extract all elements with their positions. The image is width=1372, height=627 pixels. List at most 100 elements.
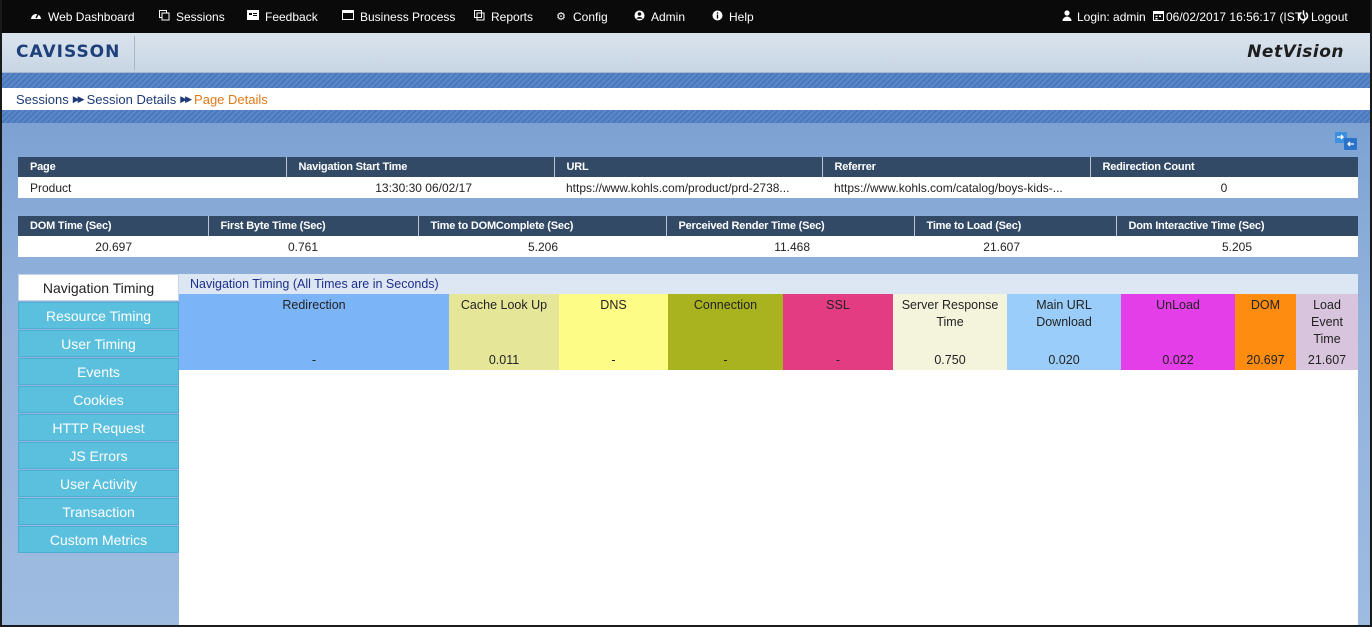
timing-ssl: SSL - <box>783 294 893 370</box>
breadcrumb-session-details[interactable]: Session Details <box>87 92 177 107</box>
timing-dom: DOM 20.697 <box>1235 294 1296 370</box>
logo-divider <box>134 36 135 70</box>
login-label: Login: admin <box>1077 9 1146 24</box>
product-name: NetVision <box>1247 42 1344 62</box>
timing-value: 0.020 <box>1048 353 1080 367</box>
tab-cookies[interactable]: Cookies <box>18 386 179 413</box>
referrer-cell[interactable]: https://www.kohls.com/catalog/boys-kids-… <box>822 177 1090 198</box>
tab-js-errors[interactable]: JS Errors <box>18 442 179 469</box>
column-header: Time to DOMComplete (Sec) <box>418 216 667 236</box>
nav-business-process[interactable]: Business Process <box>342 0 455 33</box>
column-header: Dom Interactive Time (Sec) <box>1116 216 1358 236</box>
column-header: Navigation Start Time <box>286 157 555 177</box>
nav-label: Web Dashboard <box>48 9 135 24</box>
timing-label: Main URL Download <box>1036 298 1092 329</box>
column-header: Redirection Count <box>1090 157 1358 177</box>
timing-connection: Connection - <box>668 294 783 370</box>
nav-label: Config <box>573 9 608 24</box>
help-icon <box>711 10 723 24</box>
timing-label: Cache Look Up <box>460 298 548 312</box>
tab-user-timing[interactable]: User Timing <box>18 330 179 357</box>
timing-value: 0.022 <box>1162 353 1194 367</box>
perceived-render-cell: 11.468 <box>774 239 810 254</box>
panel-title: Navigation Timing (All Times are in Seco… <box>179 274 1358 294</box>
timing-label: SSL <box>826 298 850 312</box>
timing-value: - <box>311 353 317 367</box>
decorative-stripe <box>2 110 1370 123</box>
timing-load-event: Load Event Time 21.607 <box>1296 294 1358 370</box>
sessions-icon <box>158 9 170 24</box>
timing-value: 21.607 <box>1307 353 1347 367</box>
nav-label: Admin <box>651 9 686 24</box>
timing-redirection: Redirection - <box>179 294 449 370</box>
detail-tabs: Navigation Timing Resource Timing User T… <box>18 274 179 554</box>
login-info: Login: admin <box>1061 0 1146 33</box>
column-header: First Byte Time (Sec) <box>208 216 419 236</box>
nav-config[interactable]: ⚙ Config <box>555 0 608 33</box>
logout-button[interactable]: Logout <box>1297 0 1348 33</box>
tab-custom-metrics[interactable]: Custom Metrics <box>18 526 179 553</box>
timing-label: Redirection <box>282 298 346 312</box>
timing-dns: DNS - <box>559 294 668 370</box>
timing-label: DNS <box>600 298 627 312</box>
app-window: Web Dashboard Sessions Feedback Business… <box>0 0 1372 627</box>
nav-help[interactable]: Help <box>711 0 754 33</box>
timing-value: 20.697 <box>1246 353 1285 367</box>
tab-http-request[interactable]: HTTP Request <box>18 414 179 441</box>
column-header: Page <box>18 157 287 177</box>
user-icon <box>1061 9 1073 24</box>
export-icon[interactable] <box>1334 131 1358 151</box>
timing-label: UnLoad <box>1156 298 1200 312</box>
url-cell[interactable]: https://www.kohls.com/product/prd-2738..… <box>554 177 822 198</box>
datetime-info: 06/02/2017 16:56:17 (IST) <box>1152 0 1306 33</box>
nav-sessions[interactable]: Sessions <box>158 0 225 33</box>
brand-bar: CAVISSON NetVision <box>2 33 1370 73</box>
double-chevron-icon: ▶▶ <box>72 93 85 104</box>
tab-transaction[interactable]: Transaction <box>18 498 179 525</box>
tab-events[interactable]: Events <box>18 358 179 385</box>
breadcrumb: Sessions ▶▶ Session Details ▶▶ Page Deta… <box>2 88 1370 110</box>
table-header-row: Page Navigation Start Time URL Referrer … <box>18 157 1358 177</box>
nav-web-dashboard[interactable]: Web Dashboard <box>30 0 135 33</box>
timing-server-response: Server Response Time 0.750 <box>893 294 1007 370</box>
timing-value: - <box>835 353 841 367</box>
time-to-load-cell: 21.607 <box>983 239 1020 254</box>
breadcrumb-sessions[interactable]: Sessions <box>16 92 69 107</box>
decorative-stripe <box>2 73 1370 88</box>
content-area: Page Navigation Start Time URL Referrer … <box>2 123 1370 625</box>
column-header: Time to Load (Sec) <box>914 216 1117 236</box>
timing-main-url-download: Main URL Download 0.020 <box>1007 294 1121 370</box>
dashboard-icon <box>30 10 42 24</box>
timing-label: Connection <box>693 298 758 312</box>
timing-cache-lookup: Cache Look Up 0.011 <box>449 294 559 370</box>
business-process-icon <box>342 10 354 23</box>
calendar-icon <box>1152 10 1164 24</box>
nav-label: Business Process <box>360 9 456 24</box>
page-cell: Product <box>30 180 72 195</box>
admin-icon <box>633 10 645 24</box>
nav-reports[interactable]: Reports <box>473 0 533 33</box>
timing-value: - <box>723 353 728 367</box>
table-header-row: DOM Time (Sec) First Byte Time (Sec) Tim… <box>18 216 1358 236</box>
double-chevron-icon: ▶▶ <box>180 93 192 104</box>
nav-admin[interactable]: Admin <box>633 0 685 33</box>
dom-time-cell: 20.697 <box>95 239 132 254</box>
column-header: Referrer <box>822 157 1091 177</box>
datetime-label: 06/02/2017 16:56:17 (IST) <box>1166 9 1307 24</box>
tab-resource-timing[interactable]: Resource Timing <box>18 302 179 329</box>
dom-interactive-cell: 5.205 <box>1221 239 1252 254</box>
nav-label: Help <box>729 9 754 24</box>
table-row: 20.697 0.761 5.206 11.468 21.607 5.205 <box>18 236 1358 257</box>
column-header: DOM Time (Sec) <box>18 216 209 236</box>
tab-navigation-timing[interactable]: Navigation Timing <box>18 274 179 301</box>
column-header: Perceived Render Time (Sec) <box>666 216 915 236</box>
page-info-table: Page Navigation Start Time URL Referrer … <box>18 157 1358 198</box>
first-byte-cell: 0.761 <box>287 239 318 254</box>
column-header: URL <box>554 157 823 177</box>
timing-value: 0.011 <box>488 353 520 367</box>
nav-feedback[interactable]: Feedback <box>247 0 318 33</box>
feedback-icon <box>247 10 259 23</box>
timing-label: Load Event Time <box>1311 298 1343 346</box>
breadcrumb-current: Page Details <box>194 91 268 107</box>
tab-user-activity[interactable]: User Activity <box>18 470 179 497</box>
